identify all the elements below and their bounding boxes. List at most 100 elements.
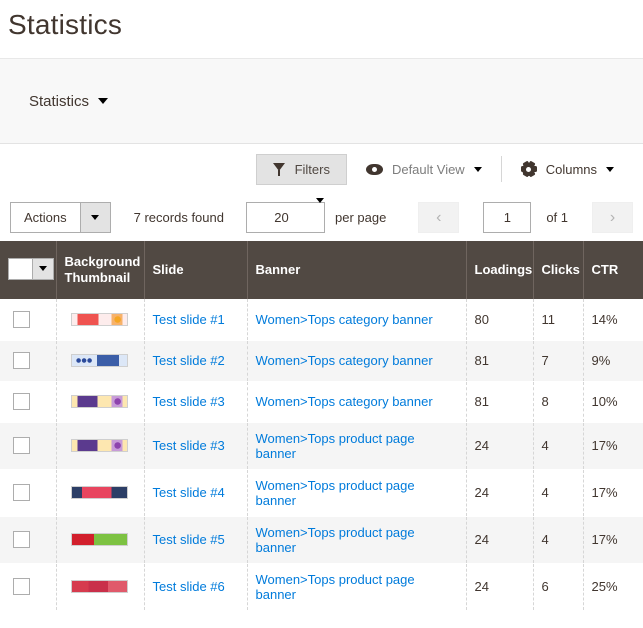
row-checkbox[interactable] bbox=[13, 437, 30, 454]
row-ctr-cell: 14% bbox=[583, 299, 643, 341]
row-loadings-cell: 24 bbox=[466, 422, 534, 470]
column-header-clicks[interactable]: Clicks bbox=[533, 241, 584, 299]
row-slide-cell: Test slide #3 bbox=[144, 422, 248, 470]
row-clicks-cell: 11 bbox=[533, 299, 584, 341]
slide-link[interactable]: Test slide #5 bbox=[153, 532, 225, 547]
table-row: Test slide #4 Women>Tops product page ban… bbox=[0, 469, 643, 517]
slide-link[interactable]: Test slide #3 bbox=[153, 394, 225, 409]
per-page-select[interactable]: 20 bbox=[245, 198, 325, 233]
banner-link[interactable]: Women>Tops category banner bbox=[256, 353, 433, 368]
select-all-dropdown[interactable] bbox=[8, 257, 54, 280]
statistics-dropdown[interactable]: Statistics bbox=[29, 93, 109, 110]
row-ctr-cell: 9% bbox=[583, 340, 643, 382]
row-slide-cell: Test slide #5 bbox=[144, 516, 248, 564]
slide-link[interactable]: Test slide #6 bbox=[153, 579, 225, 594]
actions-dropdown[interactable]: Actions bbox=[10, 202, 111, 233]
table-row: Test slide #6 Women>Tops product page ban… bbox=[0, 563, 643, 611]
row-banner-cell: Women>Tops product page banner bbox=[247, 516, 467, 564]
banner-link[interactable]: Women>Tops product page banner bbox=[256, 478, 415, 508]
row-select-cell bbox=[0, 422, 57, 470]
row-slide-cell: Test slide #6 bbox=[144, 563, 248, 611]
column-header-thumbnail[interactable]: Background Thumbnail bbox=[56, 241, 145, 299]
row-checkbox[interactable] bbox=[13, 352, 30, 369]
per-page-label: per page bbox=[334, 210, 387, 225]
background-thumbnail-image bbox=[70, 580, 128, 593]
background-thumbnail-image bbox=[70, 395, 128, 408]
row-slide-cell: Test slide #2 bbox=[144, 340, 248, 382]
banner-link[interactable]: Women>Tops category banner bbox=[256, 312, 433, 327]
column-header-ctr[interactable]: CTR bbox=[583, 241, 643, 299]
row-select-cell bbox=[0, 340, 57, 382]
filters-button[interactable]: Filters bbox=[255, 153, 347, 185]
current-page-input[interactable] bbox=[483, 202, 532, 233]
select-all-caret-icon[interactable] bbox=[32, 258, 53, 279]
background-thumbnail-image bbox=[70, 354, 128, 367]
row-checkbox[interactable] bbox=[13, 531, 30, 548]
chevron-down-icon bbox=[606, 166, 614, 172]
slide-link[interactable]: Test slide #1 bbox=[153, 312, 225, 327]
row-loadings-cell: 80 bbox=[466, 299, 534, 341]
row-banner-cell: Women>Tops product page banner bbox=[247, 469, 467, 517]
row-ctr-cell: 10% bbox=[583, 381, 643, 423]
chevron-left-icon: ‹ bbox=[436, 208, 442, 226]
gear-icon bbox=[520, 160, 537, 178]
statistics-panel-bar: Statistics bbox=[0, 58, 643, 144]
row-loadings-cell: 81 bbox=[466, 340, 534, 382]
row-clicks-cell: 6 bbox=[533, 563, 584, 611]
grid-pagination-bar: Actions 7 records found 20 per page ‹ of… bbox=[0, 194, 643, 241]
table-row: Test slide #3 Women>Tops category banner 8… bbox=[0, 381, 643, 423]
row-banner-cell: Women>Tops category banner bbox=[247, 381, 467, 423]
row-checkbox[interactable] bbox=[13, 578, 30, 595]
banner-link[interactable]: Women>Tops product page banner bbox=[256, 431, 415, 461]
row-checkbox[interactable] bbox=[13, 393, 30, 410]
row-select-cell bbox=[0, 469, 57, 517]
row-ctr-cell: 17% bbox=[583, 516, 643, 564]
column-header-slide[interactable]: Slide bbox=[144, 241, 248, 299]
background-thumbnail-image bbox=[70, 439, 128, 452]
previous-page-button[interactable]: ‹ bbox=[418, 202, 460, 233]
table-row: Test slide #1 Women>Tops category banner 8… bbox=[0, 299, 643, 341]
background-thumbnail-image bbox=[70, 312, 128, 326]
row-thumbnail-cell bbox=[56, 422, 145, 470]
row-select-cell bbox=[0, 381, 57, 423]
row-thumbnail-cell bbox=[56, 516, 145, 564]
column-header-loadings[interactable]: Loadings bbox=[466, 241, 534, 299]
row-select-cell bbox=[0, 516, 57, 564]
row-banner-cell: Women>Tops product page banner bbox=[247, 563, 467, 611]
per-page-value: 20 bbox=[274, 210, 289, 225]
eye-icon bbox=[365, 163, 383, 175]
row-select-cell bbox=[0, 299, 57, 341]
row-ctr-cell: 17% bbox=[583, 422, 643, 470]
column-header-banner[interactable]: Banner bbox=[247, 241, 467, 299]
columns-dropdown[interactable]: Columns bbox=[500, 156, 633, 182]
row-thumbnail-cell bbox=[56, 469, 145, 517]
row-ctr-cell: 25% bbox=[583, 563, 643, 611]
row-select-cell bbox=[0, 563, 57, 611]
per-page-caret-icon[interactable] bbox=[315, 198, 324, 232]
banner-link[interactable]: Women>Tops product page banner bbox=[256, 525, 415, 555]
slide-link[interactable]: Test slide #4 bbox=[153, 485, 225, 500]
page-title: Statistics bbox=[8, 9, 123, 40]
default-view-dropdown[interactable]: Default View bbox=[347, 156, 501, 182]
row-checkbox[interactable] bbox=[13, 484, 30, 501]
slide-link[interactable]: Test slide #3 bbox=[153, 438, 225, 453]
actions-caret-icon[interactable] bbox=[79, 203, 110, 232]
row-thumbnail-cell bbox=[56, 563, 145, 611]
next-page-button[interactable]: › bbox=[592, 202, 633, 233]
background-thumbnail-image bbox=[70, 533, 128, 546]
grid-toolbar: Filters Default View Columns bbox=[0, 144, 643, 194]
table-row: Test slide #2 Women>Tops category banner 8… bbox=[0, 340, 643, 382]
total-pages-label: of 1 bbox=[546, 210, 568, 225]
statistics-table: Background Thumbnail Slide Banner Loadin… bbox=[0, 241, 643, 611]
table-header-row: Background Thumbnail Slide Banner Loadin… bbox=[0, 241, 643, 299]
caret-down-icon bbox=[98, 98, 109, 104]
row-banner-cell: Women>Tops category banner bbox=[247, 340, 467, 382]
row-checkbox[interactable] bbox=[13, 310, 30, 328]
row-slide-cell: Test slide #1 bbox=[144, 299, 248, 341]
default-view-label: Default View bbox=[391, 161, 465, 177]
banner-link[interactable]: Women>Tops category banner bbox=[256, 394, 433, 409]
table-row: Test slide #3 Women>Tops product page ban… bbox=[0, 422, 643, 470]
slide-link[interactable]: Test slide #2 bbox=[153, 353, 225, 368]
banner-link[interactable]: Women>Tops product page banner bbox=[256, 572, 415, 602]
select-all-checkbox[interactable] bbox=[9, 258, 32, 279]
